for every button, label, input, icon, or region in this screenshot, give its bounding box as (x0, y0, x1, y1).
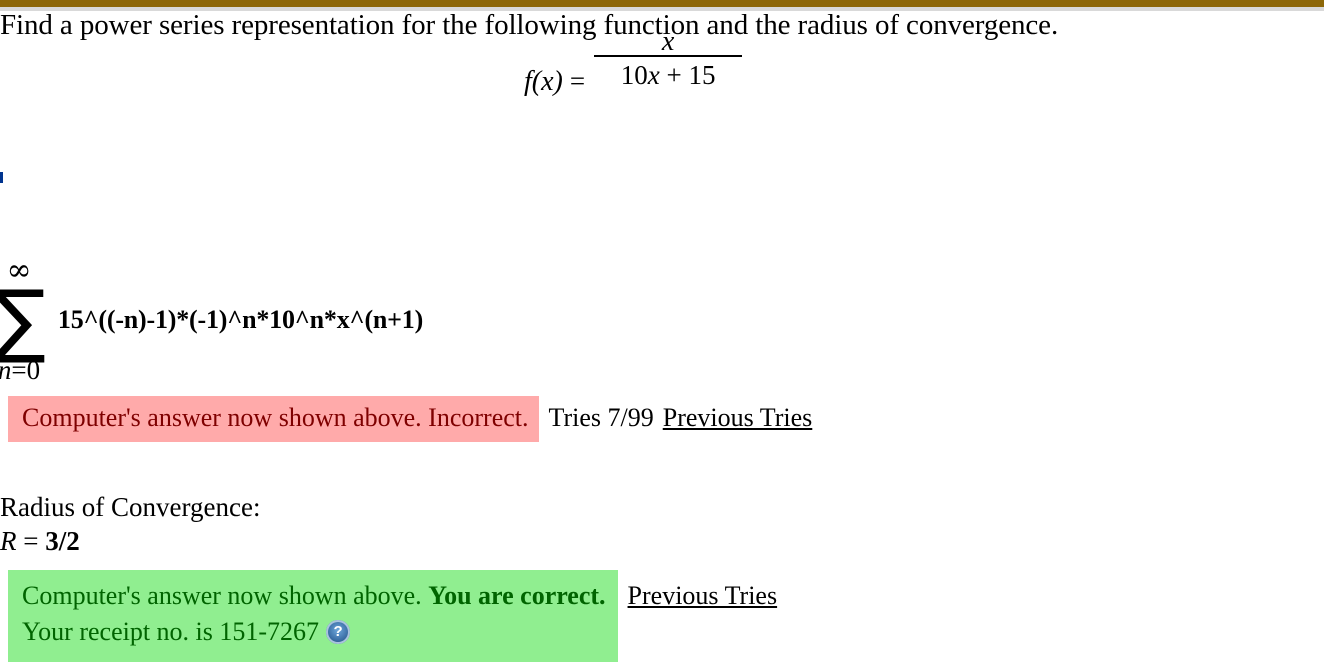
fraction-denominator: 10x + 15 (621, 57, 716, 90)
previous-tries-link-incorrect[interactable]: Previous Tries (663, 403, 813, 432)
roc-variable: R (0, 526, 17, 556)
denominator-coefficient: 10 (620, 60, 648, 90)
summation-lower-equals: = (11, 355, 27, 385)
summation-index: n (0, 355, 11, 385)
roc-number: 3/2 (45, 526, 80, 556)
clipped-content-fragment (0, 172, 3, 183)
correct-status-banner: Computer's answer now shown above. You a… (8, 570, 618, 662)
roc-equals: = (23, 526, 39, 556)
fraction-numerator: x (661, 26, 675, 57)
summation-lower-start: 0 (26, 355, 41, 385)
correct-feedback-row: Computer's answer now shown above. You a… (8, 570, 777, 662)
sigma-icon: ∑ (0, 273, 46, 366)
summation-lower-limit: n=0 (0, 356, 40, 384)
incorrect-status-banner: Computer's answer now shown above. Incor… (8, 396, 539, 442)
correct-message-strong: You are correct. (428, 581, 606, 610)
problem-equation: f(x) = x 10x + 15 (524, 28, 743, 111)
tries-count: Tries 7/99 (548, 403, 654, 432)
previous-tries-link-correct[interactable]: Previous Tries (628, 581, 778, 610)
summation-operator: ∞ ∑ n=0 (0, 256, 46, 385)
top-accent-bar (0, 0, 1324, 7)
tries-counter-group: Tries 7/99 Previous Tries (539, 396, 813, 442)
denominator-constant: 15 (688, 60, 716, 90)
denominator-variable: x (647, 60, 660, 90)
answer-series-display: ∞ ∑ n=0 15^((-n)-1)*(-1)^n*10^n*x^(n+1) (0, 256, 424, 385)
question-mark-icon[interactable] (326, 620, 351, 644)
receipt-text: Your receipt no. is 151-7267 (22, 617, 320, 646)
equation-lhs: f(x) (524, 65, 563, 97)
series-expression: 15^((-n)-1)*(-1)^n*10^n*x^(n+1) (57, 305, 424, 334)
equation-equals: = (569, 66, 586, 96)
receipt-line: Your receipt no. is 151-7267 (22, 614, 606, 650)
denominator-plus: + (666, 60, 682, 90)
incorrect-message: Computer's answer now shown above. Incor… (22, 403, 529, 432)
correct-message-prefix: Computer's answer now shown above. (22, 581, 422, 610)
radius-of-convergence-value: R = 3/2 (0, 524, 80, 558)
correct-previous-tries-group: Previous Tries (618, 570, 778, 614)
incorrect-feedback-row: Computer's answer now shown above. Incor… (8, 396, 812, 442)
radius-of-convergence-label: Radius of Convergence: (0, 492, 261, 522)
equation-fraction: x 10x + 15 (594, 28, 743, 110)
